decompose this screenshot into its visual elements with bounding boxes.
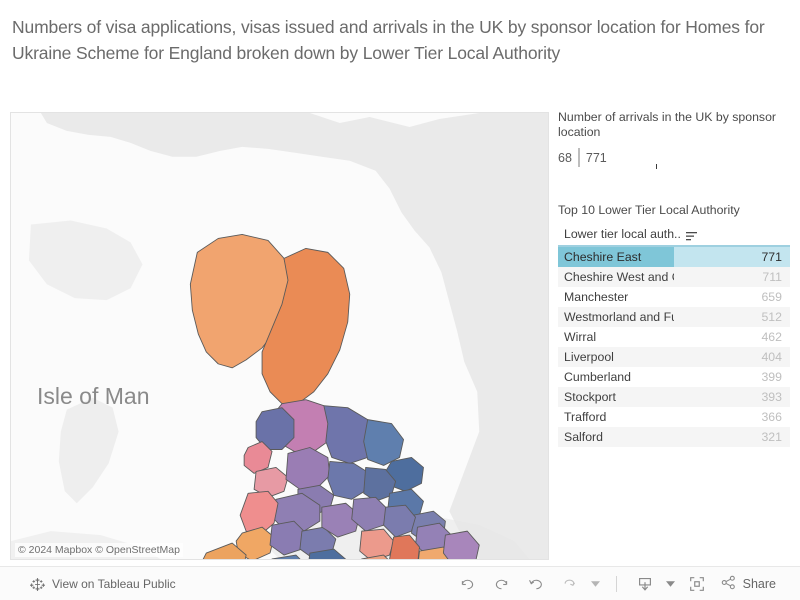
- color-legend: Number of arrivals in the UK by sponsor …: [558, 110, 790, 169]
- column-header-label: Lower tier local auth..: [564, 227, 681, 241]
- table-row[interactable]: Liverpool 404: [558, 347, 790, 367]
- table-cell-authority-name: Cumberland: [564, 370, 631, 384]
- table-cell-authority-name: Cheshire East: [558, 246, 674, 267]
- table-row[interactable]: Westmorland and Furness512: [558, 307, 790, 327]
- revert-icon[interactable]: [521, 571, 551, 597]
- map-attribution: © 2024 Mapbox © OpenStreetMap: [15, 543, 183, 557]
- refresh-icon[interactable]: [555, 571, 585, 597]
- table-row[interactable]: Manchester 659: [558, 287, 790, 307]
- top-ten-table-block: Top 10 Lower Tier Local Authority Lower …: [558, 203, 790, 447]
- table-cell-authority-name: Westmorland and Furness: [558, 307, 674, 327]
- color-legend-gradient[interactable]: [577, 148, 580, 167]
- chevron-down-icon-download[interactable]: [664, 571, 678, 597]
- table-cell-arrivals-value: 771: [674, 246, 790, 267]
- map-panel[interactable]: Isle of Man © 2024 Mapbox © OpenStreetMa…: [10, 112, 549, 560]
- toolbar-actions: Share: [453, 571, 782, 597]
- share-icon: [720, 574, 737, 594]
- table-row[interactable]: Wirral 462: [558, 327, 790, 347]
- bottom-toolbar: View on Tableau Public Share: [0, 566, 800, 600]
- column-header-lower-tier-local-authority[interactable]: Lower tier local auth..: [558, 227, 790, 247]
- table-cell-arrivals-value: 366: [761, 410, 782, 424]
- toolbar-separator: [615, 576, 617, 592]
- table-cell-arrivals-value: 462: [761, 330, 782, 344]
- page-title: Numbers of visa applications, visas issu…: [12, 17, 765, 63]
- fullscreen-icon[interactable]: [682, 571, 712, 597]
- table-cell-arrivals-value: 321: [674, 427, 790, 447]
- tableau-logo-icon: [30, 577, 45, 592]
- table-cell-authority-name: Trafford: [564, 410, 607, 424]
- color-legend-ramp-wrapper[interactable]: [577, 148, 657, 169]
- color-legend-ramp-row[interactable]: 68 771: [558, 148, 790, 169]
- download-icon[interactable]: [630, 571, 660, 597]
- table-cell-arrivals-value: 399: [761, 370, 782, 384]
- table-row[interactable]: Cheshire East 771: [558, 246, 790, 267]
- color-legend-min-label: 68: [558, 151, 572, 165]
- table-cell-arrivals-value: 659: [761, 290, 782, 304]
- table-row[interactable]: Cumberland 399: [558, 367, 790, 387]
- table-cell-authority-name: Liverpool: [558, 347, 674, 367]
- table-cell-authority-name: Salford: [558, 427, 674, 447]
- color-legend-tick: [655, 164, 657, 169]
- table-row[interactable]: Trafford 366: [558, 407, 790, 427]
- table-cell-arrivals-value: 393: [674, 387, 790, 407]
- chevron-down-icon-pause[interactable]: [589, 571, 603, 597]
- table-row[interactable]: Stockport 393: [558, 387, 790, 407]
- sort-descending-icon[interactable]: [685, 230, 697, 240]
- tableau-viz-root: Numbers of visa applications, visas issu…: [0, 0, 800, 600]
- table-cell-authority-name: Manchester: [564, 290, 629, 304]
- table-body[interactable]: Cheshire East771Cheshire West and Cheste…: [558, 246, 790, 447]
- table-row[interactable]: Salford 321: [558, 427, 790, 447]
- table-cell-authority-name: Wirral: [564, 330, 597, 344]
- table-header-row: Lower tier local auth..: [558, 227, 790, 247]
- table-cell-arrivals-value: 711: [674, 267, 790, 287]
- table-row[interactable]: Cheshire West and Chester711: [558, 267, 790, 287]
- undo-icon[interactable]: [453, 571, 483, 597]
- table-cell-authority-name: Stockport: [558, 387, 674, 407]
- table-caption: Top 10 Lower Tier Local Authority: [558, 203, 740, 217]
- view-on-tableau-public-label: View on Tableau Public: [52, 577, 176, 591]
- choropleth-map[interactable]: [11, 113, 548, 559]
- color-legend-max-label: 771: [585, 151, 607, 165]
- color-legend-title: Number of arrivals in the UK by sponsor …: [558, 110, 777, 139]
- top-ten-table[interactable]: Lower tier local auth.. Cheshire East 77…: [558, 227, 790, 447]
- table-cell-authority-name: Cheshire West and Chester: [558, 267, 674, 287]
- share-button[interactable]: Share: [716, 574, 782, 594]
- table-cell-arrivals-value: 404: [674, 347, 790, 367]
- view-on-tableau-public-button[interactable]: View on Tableau Public: [30, 577, 176, 592]
- table-cell-arrivals-value: 512: [674, 307, 790, 327]
- share-label: Share: [742, 577, 776, 591]
- redo-icon[interactable]: [487, 571, 517, 597]
